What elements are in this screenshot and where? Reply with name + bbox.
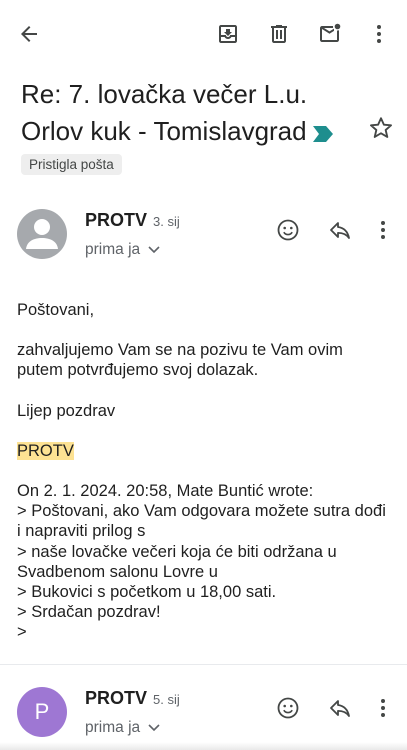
chevron-down-icon — [148, 724, 160, 732]
recipient-details-toggle[interactable]: prima ja — [85, 719, 160, 737]
message-date: 5. sij — [153, 692, 180, 707]
sender-label: PROTV — [85, 210, 148, 230]
recipient-label: prima ja — [85, 241, 141, 258]
message-header[interactable]: PROTV 3. sij prima ja — [0, 200, 407, 268]
recipient-label: prima ja — [85, 719, 141, 736]
quote-header: On 2. 1. 2024. 20:58, Mate Buntić wrote: — [17, 482, 314, 501]
subject-text: Re: 7. lovačka večer L.u. Orlov kuk - To… — [21, 79, 308, 146]
divider — [0, 664, 407, 665]
sender-label: PROTV — [85, 688, 148, 708]
more-options-button[interactable] — [359, 14, 399, 54]
message-more-button[interactable] — [368, 215, 398, 245]
avatar[interactable] — [17, 209, 67, 259]
person-icon — [26, 219, 58, 249]
quote-line: > — [17, 623, 27, 642]
sender-name: PROTV 5. sij — [85, 688, 180, 709]
delete-icon — [271, 25, 287, 43]
message-date: 3. sij — [153, 214, 180, 229]
reply-button[interactable] — [325, 693, 355, 723]
recipient-details-toggle[interactable]: prima ja — [85, 241, 160, 259]
back-button[interactable] — [9, 14, 49, 54]
avatar[interactable]: P — [17, 687, 67, 737]
reply-icon — [330, 222, 350, 239]
more-vert-icon — [381, 699, 385, 717]
message-header[interactable]: P PROTV 5. sij prima ja — [0, 678, 407, 746]
mark-unread-icon — [320, 23, 341, 42]
reply-button[interactable] — [325, 215, 355, 245]
top-toolbar — [0, 0, 407, 68]
add-reaction-button[interactable] — [273, 693, 303, 723]
more-vert-icon — [381, 221, 385, 239]
greeting: Poštovani, — [17, 301, 95, 319]
closing: Lijep pozdrav — [17, 401, 116, 420]
delete-button[interactable] — [259, 14, 299, 54]
bottom-edge — [0, 742, 407, 750]
message-body: Poštovani, zahvaljujemo Vam se na pozivu… — [17, 300, 387, 643]
quote-line: > Bukovici s početkom u 18,00 sati. — [17, 583, 277, 602]
star-button[interactable] — [367, 114, 395, 142]
back-arrow-icon — [21, 26, 37, 42]
chevron-down-icon — [148, 246, 160, 254]
quote-line: > Srdačan pozdrav! — [17, 603, 161, 622]
star-outline-icon — [370, 117, 392, 138]
importance-marker-icon — [312, 115, 333, 152]
signature: PROTV — [17, 441, 74, 460]
emoji-icon — [277, 697, 299, 719]
inbox-label-chip[interactable]: Pristigla pošta — [21, 154, 122, 175]
quote-line: > naše lovačke večeri koja će biti održa… — [17, 542, 337, 581]
emoji-icon — [277, 219, 299, 241]
archive-icon — [219, 25, 237, 43]
quote-line: > Poštovani, ako Vam odgovara možete sut… — [17, 502, 386, 541]
more-vert-icon — [377, 25, 381, 43]
body-paragraph: zahvaljujemo Vam se na pozivu te Vam ovi… — [17, 341, 343, 380]
archive-button[interactable] — [208, 14, 248, 54]
quoted-text: On 2. 1. 2024. 20:58, Mate Buntić wrote:… — [17, 481, 387, 643]
reply-icon — [330, 700, 350, 717]
sender-name: PROTV 3. sij — [85, 210, 180, 231]
add-reaction-button[interactable] — [273, 215, 303, 245]
mark-unread-button[interactable] — [310, 14, 350, 54]
email-subject: Re: 7. lovačka večer L.u. Orlov kuk - To… — [21, 76, 361, 152]
message-more-button[interactable] — [368, 693, 398, 723]
